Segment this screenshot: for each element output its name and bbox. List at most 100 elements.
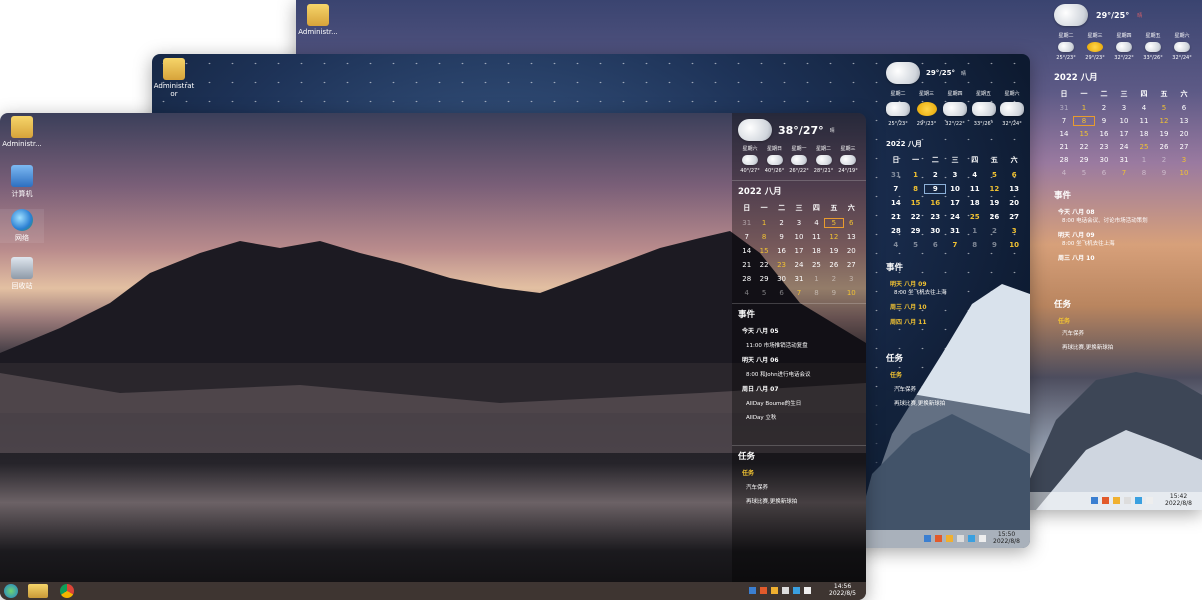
calendar-day[interactable]: 24 (790, 261, 807, 269)
calendar-day[interactable]: 20 (843, 247, 860, 255)
cloud-icon (742, 155, 758, 165)
event-day-head[interactable]: 周三 八月 10 (1058, 253, 1194, 262)
event-item[interactable]: 8:00 坐飞机去往上海 (1062, 239, 1194, 247)
calendar-day[interactable]: 8 (755, 233, 772, 241)
calendar-day[interactable]: 2 (825, 275, 842, 283)
calendar-day[interactable]: 19 (825, 247, 842, 255)
desktop-icon-administrator[interactable]: Administr... (0, 116, 44, 148)
calendar-day[interactable]: 28 (738, 275, 755, 283)
calendar-day[interactable]: 17 (790, 247, 807, 255)
event-item[interactable]: AllDay 立秋 (746, 413, 860, 421)
calendar-day[interactable]: 7 (790, 289, 807, 297)
calendar-day[interactable]: 22 (755, 261, 772, 269)
event-day-head[interactable]: 周三 八月 10 (890, 302, 1024, 311)
calendar-day[interactable]: 16 (773, 247, 790, 255)
volume-icon[interactable] (1124, 497, 1131, 504)
calendar-day[interactable]: 14 (738, 247, 755, 255)
calendar-day[interactable]: 10 (843, 289, 860, 297)
network-icon[interactable] (979, 535, 986, 542)
calendar-day[interactable]: 18 (808, 247, 825, 255)
calendar-day[interactable]: 31 (790, 275, 807, 283)
calendar-day[interactable]: 26 (825, 261, 842, 269)
sidebar-widget: 29°/25° 晴 星期二 25°/23° 星期三 29°/23° 星期四 32°/2… (1054, 4, 1194, 357)
calendar-day[interactable]: 9 (825, 289, 842, 297)
desktop-icon-network[interactable]: 网络 (0, 209, 44, 243)
task-item[interactable]: 再球比赛,更换新球拍 (746, 497, 860, 505)
desktop-icon-computer[interactable]: 计算机 (0, 165, 44, 199)
taskbar-clock[interactable]: 15:50 2022/8/8 (993, 531, 1020, 545)
event-day-head[interactable]: 今天 八月 08 (1058, 207, 1194, 216)
event-day-head[interactable]: 周日 八月 07 (742, 384, 860, 393)
calendar-day[interactable]: 1 (755, 219, 772, 227)
network-icon[interactable] (804, 587, 811, 594)
event-day-head[interactable]: 今天 八月 05 (742, 326, 860, 335)
calendar-day[interactable]: 7 (738, 233, 755, 241)
taskbar-clock[interactable]: 14:56 2022/8/5 (829, 583, 856, 597)
tray-icon[interactable] (1102, 497, 1109, 504)
tray-icon[interactable] (1135, 497, 1142, 504)
task-item[interactable]: 汽车保养 (1062, 329, 1194, 337)
tray-icon[interactable] (935, 535, 942, 542)
start-button-icon[interactable] (4, 584, 18, 598)
volume-icon[interactable] (957, 535, 964, 542)
event-day-head[interactable]: 明天 八月 09 (890, 279, 1024, 288)
task-group[interactable]: 任务 (742, 468, 860, 477)
calendar-day[interactable]: 21 (738, 261, 755, 269)
chrome-icon[interactable] (60, 584, 74, 598)
calendar-day[interactable]: 23 (773, 261, 790, 269)
file-explorer-icon[interactable] (28, 584, 48, 598)
calendar-day[interactable]: 15 (755, 247, 772, 255)
tray-icon[interactable] (924, 535, 931, 542)
calendar-day[interactable]: 13 (843, 233, 860, 241)
event-item[interactable]: 8:00 电话会议、讨论市场活动策划 (1062, 216, 1194, 224)
calendar-day[interactable]: 5 (755, 289, 772, 297)
calendar-day[interactable]: 6 (843, 219, 860, 227)
event-item[interactable]: 8:00 和John进行电话会议 (746, 370, 860, 378)
calendar-day[interactable]: 2 (773, 219, 790, 227)
event-day-head[interactable]: 明天 八月 09 (1058, 230, 1194, 239)
event-day-head[interactable]: 周四 八月 11 (890, 317, 1024, 326)
tray-icon[interactable] (760, 587, 767, 594)
tray-icon[interactable] (749, 587, 756, 594)
calendar-day[interactable]: 11 (808, 233, 825, 241)
event-item[interactable]: 11:00 市场推销活动复盘 (746, 341, 860, 349)
task-item[interactable]: 再球比赛,更换新球拍 (894, 399, 1024, 407)
taskbar-clock[interactable]: 15:42 2022/8/8 (1165, 493, 1192, 507)
network-icon[interactable] (1146, 497, 1153, 504)
calendar-day[interactable]: 12 (825, 233, 842, 241)
volume-icon[interactable] (782, 587, 789, 594)
task-group[interactable]: 任务 (890, 370, 1024, 379)
task-group[interactable]: 任务 (1058, 316, 1194, 325)
task-item[interactable]: 汽车保养 (746, 483, 860, 491)
tray-icon[interactable] (793, 587, 800, 594)
calendar-day[interactable]: 3 (790, 219, 807, 227)
desktop-icon-administrator[interactable]: Administrat or (152, 58, 196, 98)
desktop-icon-administrator[interactable]: Administr... (296, 4, 340, 36)
desktop-icon-recycle-bin[interactable]: 回收站 (0, 257, 44, 291)
event-day-head[interactable]: 明天 八月 06 (742, 355, 860, 364)
calendar-day[interactable]: 27 (843, 261, 860, 269)
calendar-day[interactable]: 6 (773, 289, 790, 297)
calendar-day[interactable]: 1 (808, 275, 825, 283)
calendar-day[interactable]: 29 (755, 275, 772, 283)
task-item[interactable]: 再球比赛,更换新球拍 (1062, 343, 1194, 351)
tray-icon[interactable] (946, 535, 953, 542)
calendar-day[interactable]: 31 (738, 219, 755, 227)
tray-icon[interactable] (968, 535, 975, 542)
task-item[interactable]: 汽车保养 (894, 385, 1024, 393)
event-item[interactable]: AllDay Boume的生日 (746, 399, 860, 407)
calendar-day[interactable]: 5 (824, 218, 844, 228)
calendar-day[interactable]: 8 (808, 289, 825, 297)
tray-icon[interactable] (1091, 497, 1098, 504)
calendar-day[interactable]: 4 (738, 289, 755, 297)
calendar-day[interactable]: 30 (773, 275, 790, 283)
calendar-day[interactable]: 9 (773, 233, 790, 241)
tray-icon[interactable] (1113, 497, 1120, 504)
calendar-day[interactable]: 4 (808, 219, 825, 227)
calendar-day[interactable]: 10 (790, 233, 807, 241)
calendar-day[interactable]: 25 (808, 261, 825, 269)
taskbar: 14:56 2022/8/5 (0, 582, 866, 600)
event-item[interactable]: 8:00 坐飞机去往上海 (894, 288, 1024, 296)
calendar-day[interactable]: 3 (843, 275, 860, 283)
tray-icon[interactable] (771, 587, 778, 594)
